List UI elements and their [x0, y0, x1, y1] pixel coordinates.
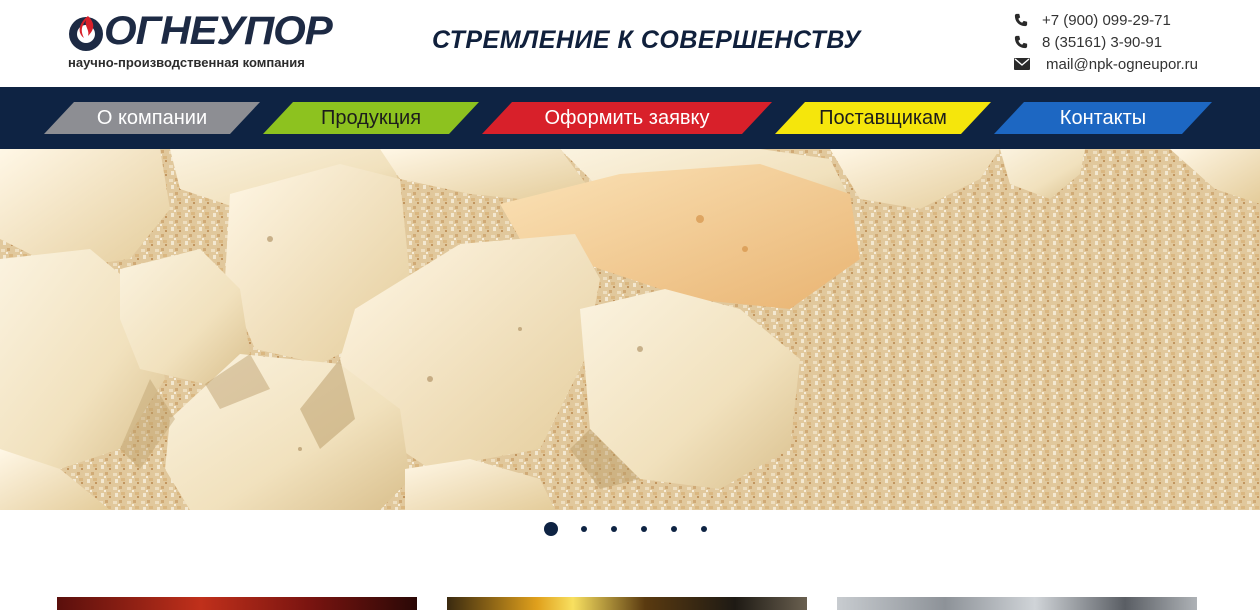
phone-number-2[interactable]: 8 (35161) 3-90-91 [1042, 34, 1162, 51]
feature-card-1[interactable] [57, 597, 417, 610]
nav-item-label: О компании [96, 106, 208, 129]
feature-card-2[interactable] [447, 597, 807, 610]
phone-number-1[interactable]: +7 (900) 099-29-71 [1042, 12, 1171, 29]
logo[interactable]: ОГНЕУПОР научно-производственная компани… [66, 9, 356, 74]
email-link[interactable]: mail@npk-ogneupor.ru [1046, 56, 1198, 73]
logo-wordmark: ОГНЕУПОР [104, 9, 333, 53]
slider-dot-3[interactable] [611, 526, 617, 532]
nav-item-order[interactable]: Оформить заявку [482, 102, 772, 134]
slider-dot-5[interactable] [671, 526, 677, 532]
phone-row-1[interactable]: +7 (900) 099-29-71 [1014, 9, 1244, 31]
page: ОГНЕУПОР научно-производственная компани… [0, 0, 1260, 610]
hero-image [0, 149, 1260, 510]
slider-dot-1[interactable] [544, 522, 558, 536]
envelope-icon [1014, 56, 1042, 72]
phone-icon [1014, 12, 1042, 28]
nav-item-about[interactable]: О компании [44, 102, 260, 134]
hero-slider[interactable] [0, 149, 1260, 510]
email-row[interactable]: mail@npk-ogneupor.ru [1014, 53, 1244, 75]
slider-dot-2[interactable] [581, 526, 587, 532]
site-header: ОГНЕУПОР научно-производственная компани… [0, 0, 1260, 87]
nav-item-label: Поставщикам [819, 106, 947, 129]
logo-subtitle: научно-производственная компания [68, 55, 305, 70]
nav-item-label: Продукция [320, 106, 422, 129]
main-nav: О компании Продукция Оформить заявку Пос… [0, 87, 1260, 149]
flame-logo-icon [69, 16, 103, 51]
slogan: СТРЕМЛЕНИЕ К СОВЕРШЕНСТВУ [432, 26, 861, 54]
feature-card-3[interactable] [837, 597, 1197, 610]
slider-dot-4[interactable] [641, 526, 647, 532]
contacts-block: +7 (900) 099-29-71 8 (35161) 3-90-91 mai… [1014, 9, 1244, 75]
phone-icon [1014, 34, 1042, 50]
nav-item-label: Контакты [1059, 106, 1147, 129]
nav-item-label: Оформить заявку [544, 106, 710, 129]
nav-item-suppliers[interactable]: Поставщикам [775, 102, 991, 134]
phone-row-2[interactable]: 8 (35161) 3-90-91 [1014, 31, 1244, 53]
nav-item-contacts[interactable]: Контакты [994, 102, 1212, 134]
slider-dot-6[interactable] [701, 526, 707, 532]
nav-item-products[interactable]: Продукция [263, 102, 479, 134]
slider-pagination [544, 521, 731, 537]
